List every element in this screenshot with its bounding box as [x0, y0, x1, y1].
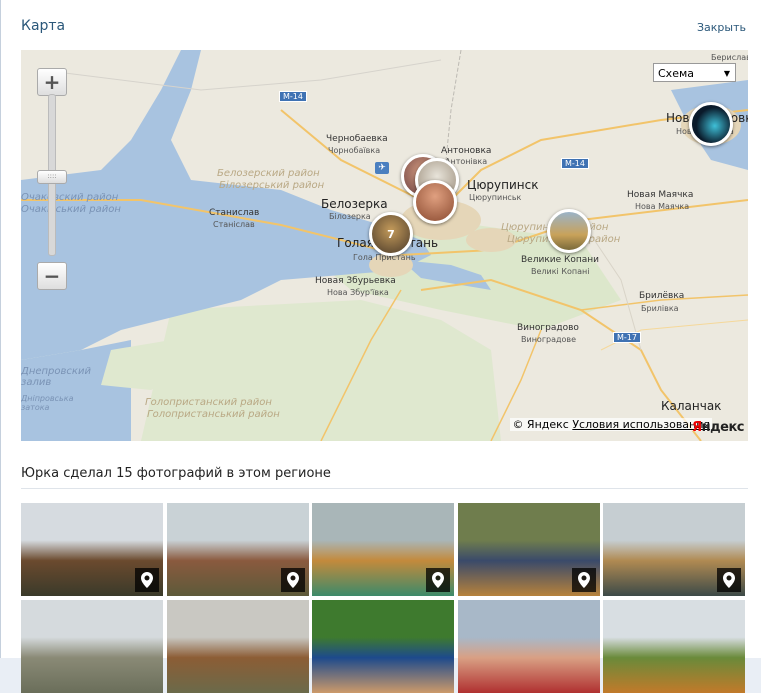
label-belozerka: Белозерка: [321, 197, 388, 211]
photo-thumbnail[interactable]: [457, 503, 600, 596]
label-tsyurupinsk: Цюрупинск: [467, 178, 539, 192]
label-chernobaevka: Чернобаевка: [326, 134, 388, 144]
map-view[interactable]: Чернобаевка Чорнобаївка Антоновка Антоні…: [21, 50, 748, 441]
map-photo-pin[interactable]: [547, 209, 591, 253]
road-sign-m17: M-17: [613, 332, 641, 343]
map-photo-pin[interactable]: [689, 102, 733, 146]
map-copyright: © Яндекс Условия использования: [510, 418, 712, 431]
photo-thumbnail[interactable]: [457, 600, 600, 693]
photo-thumbnail[interactable]: [603, 600, 745, 693]
label-brilevka-ua: Брилівка: [641, 304, 679, 313]
label-stanislav: Станислав: [209, 208, 260, 218]
label-berislav: Берислав: [711, 53, 748, 62]
copyright-text: © Яндекс: [512, 418, 569, 431]
label-stanislav-ua: Станіслав: [213, 220, 255, 229]
road-sign-m14-east: M-14: [561, 158, 589, 169]
airport-icon: ✈: [375, 162, 389, 174]
map-photo-pin[interactable]: [413, 180, 457, 224]
yandex-logo[interactable]: Яндекс: [692, 420, 744, 435]
location-pin-icon[interactable]: [717, 568, 741, 592]
panel-title: Карта: [21, 18, 66, 34]
photo-thumbnail[interactable]: [166, 503, 309, 596]
location-pin-icon[interactable]: [571, 568, 596, 592]
label-dneprovsky-bay-ua: Дніпровська затока: [21, 394, 74, 412]
zoom-in-button[interactable]: +: [37, 68, 67, 96]
label-kalanchak: Каланчак: [661, 399, 722, 413]
label-vinogradovo-ua: Виноградове: [521, 335, 577, 344]
label-chernobaevka-ua: Чорнобаївка: [328, 146, 381, 155]
label-dneprovsky-bay: Днепровский залив: [21, 366, 91, 388]
zoom-slider-thumb[interactable]: ::::: [37, 170, 67, 184]
label-nova-mayachka: Новая Маячка: [627, 190, 694, 200]
label-novaya-zburyevka: Новая Збурьевка: [315, 276, 396, 286]
label-brilevka: Брилёвка: [639, 291, 685, 301]
location-pin-icon[interactable]: [135, 568, 159, 592]
label-belozerka-ua: Білозерка: [329, 212, 371, 221]
photo-thumbnail[interactable]: [312, 503, 454, 596]
label-nova-mayachka-ua: Нова Маячка: [635, 202, 690, 211]
section-divider: [21, 488, 748, 489]
label-belozersky-district: Белозерский район: [217, 168, 320, 179]
label-vinogradovo: Виноградово: [517, 323, 579, 333]
label-velikie-kopani-ua: Великі Копані: [531, 267, 590, 276]
zoom-out-button[interactable]: −: [37, 262, 67, 290]
label-golopristansky-district-ua: Голопристанський район: [147, 409, 280, 420]
map-type-selected: Схема: [658, 67, 694, 80]
road-sign-m14-west: M-14: [279, 91, 307, 102]
location-pin-icon[interactable]: [280, 568, 305, 592]
photos-section-title: Юрка сделал 15 фотографий в этом регионе: [21, 466, 331, 481]
photo-thumbnail[interactable]: [312, 600, 454, 693]
label-golopristansky-district: Голопристанский район: [145, 397, 272, 408]
label-tsyurupinsk-ua: Цюрупинськ: [469, 193, 522, 202]
map-photo-cluster[interactable]: 7: [369, 212, 413, 256]
label-belozersky-district-ua: Білозерський район: [219, 180, 325, 191]
close-link[interactable]: Закрыть: [697, 21, 746, 34]
photo-thumbnail[interactable]: [21, 503, 163, 596]
label-antonovka: Антоновка: [441, 146, 492, 156]
cluster-count: 7: [387, 227, 395, 241]
map-panel: Карта Закрыть Чернобаевка Чорнобаївка Ан…: [0, 0, 761, 693]
label-velikie-kopani: Великие Копани: [521, 255, 600, 265]
label-novaya-zburyevka-ua: Нова Збур'ївка: [327, 288, 389, 297]
location-pin-icon[interactable]: [426, 568, 450, 592]
photo-thumbnail[interactable]: [166, 600, 309, 693]
terms-link[interactable]: Условия использования: [572, 418, 710, 431]
map-type-select[interactable]: Схема ▼: [653, 63, 736, 82]
label-ochakovsky-district-ua: Очаківський район: [21, 204, 121, 215]
chevron-down-icon: ▼: [723, 69, 730, 78]
photo-thumbnail[interactable]: [603, 503, 745, 596]
photo-thumbnail[interactable]: [21, 600, 163, 693]
label-ochakovsky-district: Очаковский район: [21, 192, 119, 203]
